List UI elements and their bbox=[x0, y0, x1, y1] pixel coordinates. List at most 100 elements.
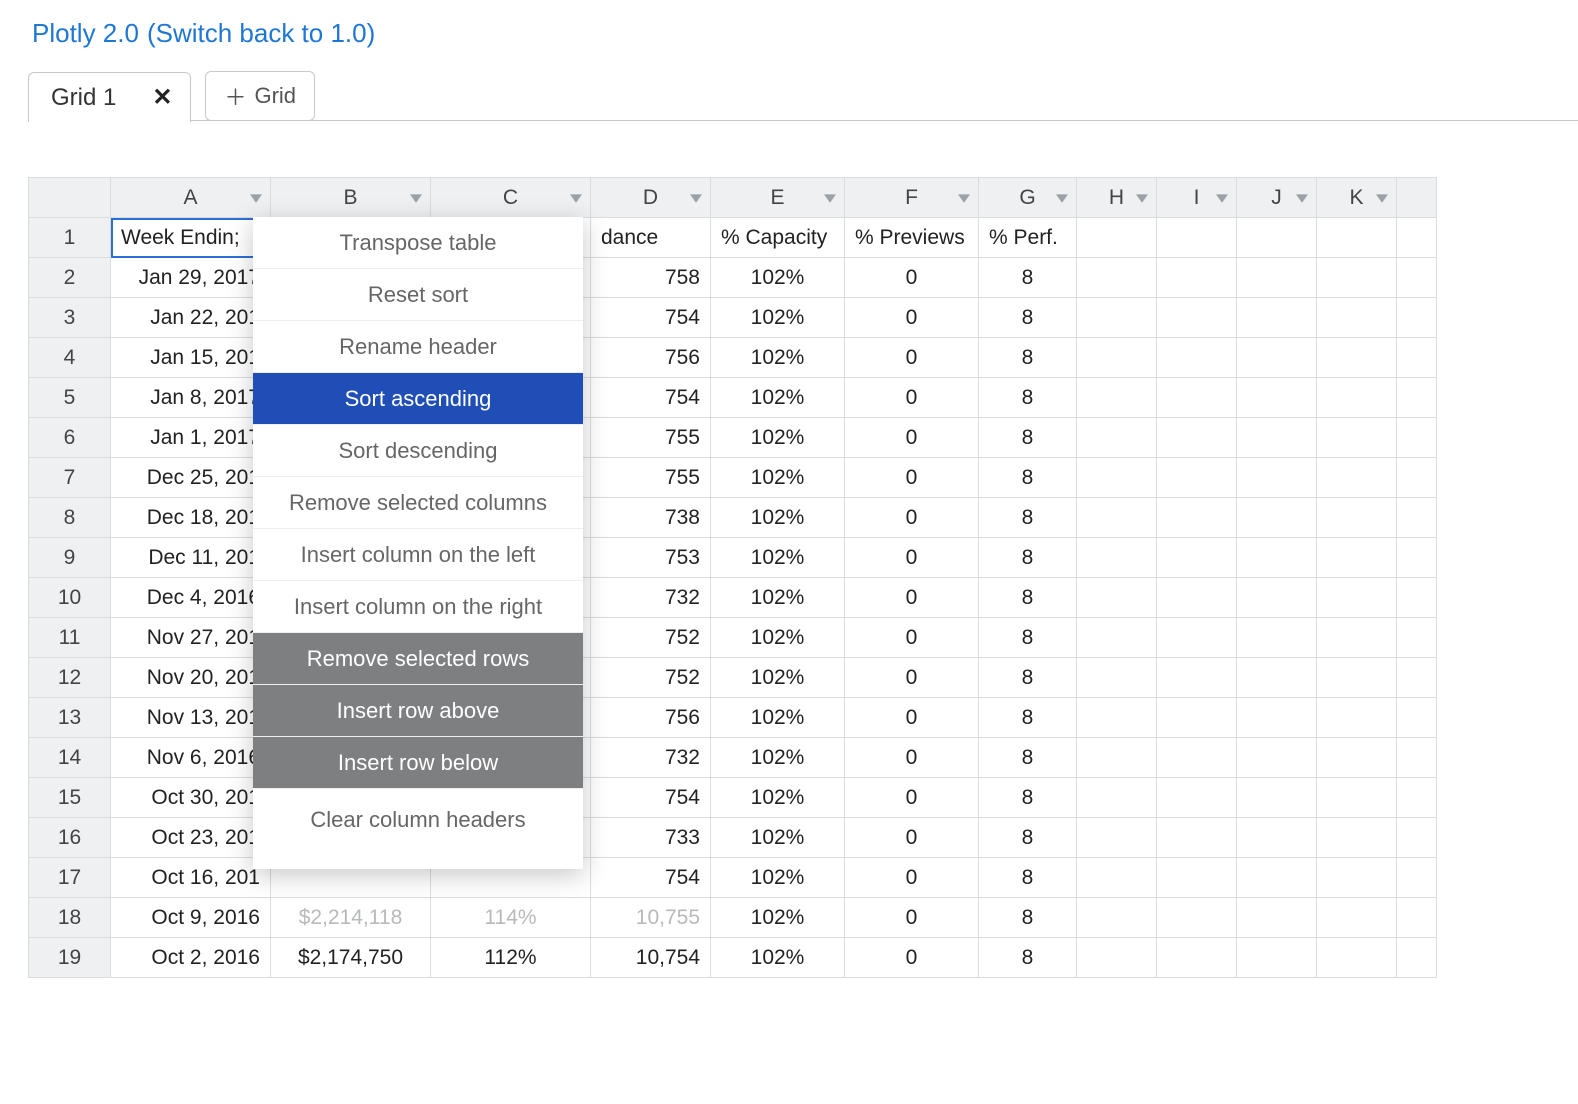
cell-F6[interactable]: 0 bbox=[845, 418, 979, 458]
dropdown-caret-icon[interactable] bbox=[958, 192, 970, 204]
table-row[interactable]: 3Jan 22, 201754102%08 bbox=[29, 298, 1437, 338]
cell-G5[interactable]: 8 bbox=[979, 378, 1077, 418]
cell-D10[interactable]: 732 bbox=[591, 578, 711, 618]
cell-A8[interactable]: Dec 18, 201 bbox=[111, 498, 271, 538]
cell-K10[interactable] bbox=[1317, 578, 1397, 618]
table-row[interactable]: 6Jan 1, 2017755102%08 bbox=[29, 418, 1437, 458]
column-header-B[interactable]: B bbox=[271, 178, 431, 218]
cell-A14[interactable]: Nov 6, 2016 bbox=[111, 738, 271, 778]
cell-I2[interactable] bbox=[1157, 258, 1237, 298]
table-row[interactable]: 2Jan 29, 2017758102%08 bbox=[29, 258, 1437, 298]
cell-I1[interactable] bbox=[1157, 218, 1237, 258]
cell-F8[interactable]: 0 bbox=[845, 498, 979, 538]
cell-D13[interactable]: 756 bbox=[591, 698, 711, 738]
cell-G19[interactable]: 8 bbox=[979, 938, 1077, 978]
cell-J8[interactable] bbox=[1237, 498, 1317, 538]
cell-F18[interactable]: 0 bbox=[845, 898, 979, 938]
cell-I12[interactable] bbox=[1157, 658, 1237, 698]
cell-F13[interactable]: 0 bbox=[845, 698, 979, 738]
dropdown-caret-icon[interactable] bbox=[1376, 192, 1388, 204]
ctx-item-reset-sort[interactable]: Reset sort bbox=[253, 269, 583, 321]
cell-F14[interactable]: 0 bbox=[845, 738, 979, 778]
cell-D6[interactable]: 755 bbox=[591, 418, 711, 458]
cell-G8[interactable]: 8 bbox=[979, 498, 1077, 538]
cell-D2[interactable]: 758 bbox=[591, 258, 711, 298]
cell-J2[interactable] bbox=[1237, 258, 1317, 298]
cell-J11[interactable] bbox=[1237, 618, 1317, 658]
cell-J18[interactable] bbox=[1237, 898, 1317, 938]
row-header[interactable]: 18 bbox=[29, 898, 111, 938]
cell-E7[interactable]: 102% bbox=[711, 458, 845, 498]
cell-A18[interactable]: Oct 9, 2016 bbox=[111, 898, 271, 938]
cell-F7[interactable]: 0 bbox=[845, 458, 979, 498]
cell-I6[interactable] bbox=[1157, 418, 1237, 458]
cell-A5[interactable]: Jan 8, 2017 bbox=[111, 378, 271, 418]
cell-I19[interactable] bbox=[1157, 938, 1237, 978]
ctx-item-transpose-table[interactable]: Transpose table bbox=[253, 217, 583, 269]
dropdown-caret-icon[interactable] bbox=[690, 192, 702, 204]
cell-J15[interactable] bbox=[1237, 778, 1317, 818]
ctx-item-remove-selected-rows[interactable]: Remove selected rows bbox=[253, 633, 583, 685]
cell-D9[interactable]: 753 bbox=[591, 538, 711, 578]
cell-H16[interactable] bbox=[1077, 818, 1157, 858]
cell-G7[interactable]: 8 bbox=[979, 458, 1077, 498]
column-header-I[interactable]: I bbox=[1157, 178, 1237, 218]
cell-K18[interactable] bbox=[1317, 898, 1397, 938]
dropdown-caret-icon[interactable] bbox=[1056, 192, 1068, 204]
cell-G13[interactable]: 8 bbox=[979, 698, 1077, 738]
cell-I5[interactable] bbox=[1157, 378, 1237, 418]
cell-K5[interactable] bbox=[1317, 378, 1397, 418]
cell-A16[interactable]: Oct 23, 201 bbox=[111, 818, 271, 858]
table-row[interactable]: 9Dec 11, 201753102%08 bbox=[29, 538, 1437, 578]
table-row[interactable]: 15Oct 30, 201754102%08 bbox=[29, 778, 1437, 818]
cell-H5[interactable] bbox=[1077, 378, 1157, 418]
add-grid-button[interactable]: ＋ Grid bbox=[205, 71, 315, 121]
cell-A11[interactable]: Nov 27, 201 bbox=[111, 618, 271, 658]
row-header[interactable]: 16 bbox=[29, 818, 111, 858]
cell-C19[interactable]: 112% bbox=[431, 938, 591, 978]
cell-G12[interactable]: 8 bbox=[979, 658, 1077, 698]
cell-G16[interactable]: 8 bbox=[979, 818, 1077, 858]
cell-E11[interactable]: 102% bbox=[711, 618, 845, 658]
column-header-G[interactable]: G bbox=[979, 178, 1077, 218]
row-header[interactable]: 15 bbox=[29, 778, 111, 818]
cell-J4[interactable] bbox=[1237, 338, 1317, 378]
row-header[interactable]: 2 bbox=[29, 258, 111, 298]
cell-J16[interactable] bbox=[1237, 818, 1317, 858]
cell-H15[interactable] bbox=[1077, 778, 1157, 818]
cell-I4[interactable] bbox=[1157, 338, 1237, 378]
cell-D19[interactable]: 10,754 bbox=[591, 938, 711, 978]
cell-D15[interactable]: 754 bbox=[591, 778, 711, 818]
cell-I7[interactable] bbox=[1157, 458, 1237, 498]
cell-E13[interactable]: 102% bbox=[711, 698, 845, 738]
cell-A3[interactable]: Jan 22, 201 bbox=[111, 298, 271, 338]
cell-E1[interactable]: % Capacity bbox=[711, 218, 845, 258]
row-header[interactable]: 4 bbox=[29, 338, 111, 378]
cell-I11[interactable] bbox=[1157, 618, 1237, 658]
cell-G3[interactable]: 8 bbox=[979, 298, 1077, 338]
ctx-item-insert-row-below[interactable]: Insert row below bbox=[253, 737, 583, 789]
cell-D4[interactable]: 756 bbox=[591, 338, 711, 378]
cell-A7[interactable]: Dec 25, 201 bbox=[111, 458, 271, 498]
dropdown-caret-icon[interactable] bbox=[1136, 192, 1148, 204]
cell-A19[interactable]: Oct 2, 2016 bbox=[111, 938, 271, 978]
column-header-D[interactable]: D bbox=[591, 178, 711, 218]
cell-E2[interactable]: 102% bbox=[711, 258, 845, 298]
data-grid[interactable]: ABCDEFGHIJK 1Week Endin;dance% Capacity%… bbox=[28, 177, 1437, 978]
cell-I18[interactable] bbox=[1157, 898, 1237, 938]
cell-K16[interactable] bbox=[1317, 818, 1397, 858]
cell-J1[interactable] bbox=[1237, 218, 1317, 258]
ctx-item-insert-column-on-the-right[interactable]: Insert column on the right bbox=[253, 581, 583, 633]
ctx-item-insert-row-above[interactable]: Insert row above bbox=[253, 685, 583, 737]
cell-E8[interactable]: 102% bbox=[711, 498, 845, 538]
cell-D3[interactable]: 754 bbox=[591, 298, 711, 338]
column-header-K[interactable]: K bbox=[1317, 178, 1397, 218]
cell-F12[interactable]: 0 bbox=[845, 658, 979, 698]
row-header[interactable]: 5 bbox=[29, 378, 111, 418]
cell-E12[interactable]: 102% bbox=[711, 658, 845, 698]
cell-D17[interactable]: 754 bbox=[591, 858, 711, 898]
table-row[interactable]: 7Dec 25, 201755102%08 bbox=[29, 458, 1437, 498]
cell-H7[interactable] bbox=[1077, 458, 1157, 498]
table-row[interactable]: 12Nov 20, 201752102%08 bbox=[29, 658, 1437, 698]
cell-G6[interactable]: 8 bbox=[979, 418, 1077, 458]
